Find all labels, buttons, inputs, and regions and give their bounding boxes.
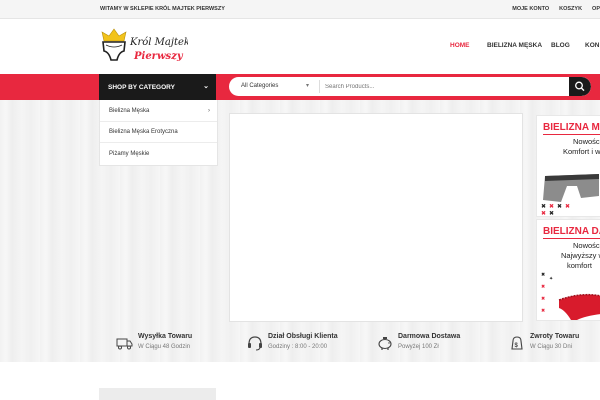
cart-link[interactable]: KOSZYK — [559, 6, 582, 12]
shop-logo[interactable]: Król Majtek Pierwszy — [100, 27, 188, 69]
shop-by-category-label: SHOP BY CATEGORY — [108, 84, 175, 91]
money-icon: $ — [511, 336, 523, 350]
category-item-pizamy[interactable]: Piżamy Męskie — [109, 151, 149, 157]
piggy-bank-icon — [378, 337, 392, 350]
feature-subtitle: W Ciągu 30 Dni — [530, 344, 573, 350]
banner-line2: Komfort i wy — [563, 147, 600, 156]
welcome-text: WITAMY W SKLEPIE KRÓL MAJTEK PIERWSZY — [100, 6, 225, 12]
search-button[interactable] — [569, 77, 591, 96]
select-chevron-icon: ▾ — [306, 83, 310, 89]
svg-text:✖: ✖ — [541, 296, 545, 302]
banner-men-underwear[interactable]: BIELIZNA M Nowośc Komfort i wy ✖✖ ✖✖ ✖✖ — [536, 115, 600, 217]
category-list: Bielizna Męska › Bielizna Męska Erotyczn… — [99, 100, 218, 166]
banner-rule — [543, 238, 600, 239]
headset-icon — [248, 336, 262, 351]
svg-text:✖: ✖ — [565, 203, 570, 210]
nav-blog[interactable]: BLOG — [551, 42, 570, 49]
top-link-truncated[interactable]: OP — [592, 6, 600, 12]
banner-line1: Nowośc — [573, 241, 600, 250]
svg-text:✖: ✖ — [541, 284, 545, 290]
category-item-bielizna-meska[interactable]: Bielizna Męska — [109, 108, 149, 114]
banner-women-underwear[interactable]: BIELIZNA DA Nowośc Najwyższy w komfort ✖… — [536, 219, 600, 321]
svg-text:✖: ✖ — [541, 308, 545, 314]
svg-text:✦: ✦ — [549, 276, 553, 282]
logo-line1: Król Majtek — [129, 37, 188, 48]
banner-line3: komfort — [567, 261, 593, 270]
svg-text:✖: ✖ — [541, 203, 546, 210]
chevron-down-icon: ⌄ — [203, 83, 209, 90]
lace-underwear-image: ✖ ✦ ✖ ✖ ✖ — [541, 272, 600, 320]
svg-text:✖: ✖ — [557, 203, 562, 210]
search-bar: All Categories ▾ — [229, 77, 591, 96]
banner-line2: Najwyższy w — [561, 251, 600, 260]
bottom-category-box — [99, 388, 216, 400]
chevron-right-icon: › — [208, 108, 210, 114]
feature-subtitle: W Ciągu 48 Godzin — [138, 344, 191, 350]
top-links: MOJE KONTO KOSZYK OP — [512, 6, 600, 12]
features-row: Wysyłka Towaru W Ciągu 48 Godzin Dział O… — [0, 330, 600, 360]
feature-subtitle: Godziny : 8:00 - 20:00 — [268, 344, 328, 350]
category-item-bielizna-erotyczna[interactable]: Bielizna Męska Erotyczna — [109, 129, 178, 135]
banner-title: BIELIZNA DA — [543, 226, 600, 237]
nav-home[interactable]: HOME — [450, 42, 470, 49]
category-separator — [100, 142, 217, 143]
svg-text:$: $ — [515, 343, 519, 349]
bottom-section — [0, 362, 600, 400]
feature-title: Zwroty Towaru — [530, 333, 580, 340]
header: Król Majtek Pierwszy HOME BIELIZNA MĘSKA… — [0, 19, 600, 74]
search-input[interactable] — [325, 77, 565, 96]
svg-text:✖: ✖ — [549, 203, 554, 210]
truck-icon — [116, 338, 133, 350]
svg-text:✖: ✖ — [541, 272, 545, 278]
briefs-icon — [102, 41, 126, 61]
banner-line1: Nowośc — [573, 137, 600, 146]
boxer-briefs-image: ✖ ✖ ✖ ✖ ✖ ✖ — [541, 174, 599, 216]
category-separator — [100, 121, 217, 122]
feature-title: Wysyłka Towaru — [138, 333, 193, 340]
banner-rule — [543, 134, 600, 135]
feature-title: Darmowa Dostawa — [398, 333, 461, 340]
my-account-link[interactable]: MOJE KONTO — [512, 6, 549, 12]
shop-by-category-toggle[interactable]: SHOP BY CATEGORY ⌄ — [99, 74, 216, 100]
svg-text:✖: ✖ — [541, 210, 546, 216]
banner-title: BIELIZNA M — [543, 122, 600, 133]
search-divider — [319, 80, 320, 93]
feature-subtitle: Powyżej 100 Zł — [398, 344, 439, 350]
nav-kontakt[interactable]: KON — [585, 42, 599, 49]
main-slider[interactable] — [229, 113, 523, 322]
nav-bielizna-meska[interactable]: BIELIZNA MĘSKA — [487, 42, 542, 49]
feature-title: Dział Obsługi Klienta — [268, 333, 338, 340]
logo-line2: Pierwszy — [133, 51, 184, 62]
search-icon — [575, 81, 585, 92]
svg-text:✖: ✖ — [549, 210, 554, 216]
category-select[interactable]: All Categories — [241, 83, 278, 89]
top-bar: WITAMY W SKLEPIE KRÓL MAJTEK PIERWSZY MO… — [0, 0, 600, 19]
crown-icon — [101, 28, 127, 42]
